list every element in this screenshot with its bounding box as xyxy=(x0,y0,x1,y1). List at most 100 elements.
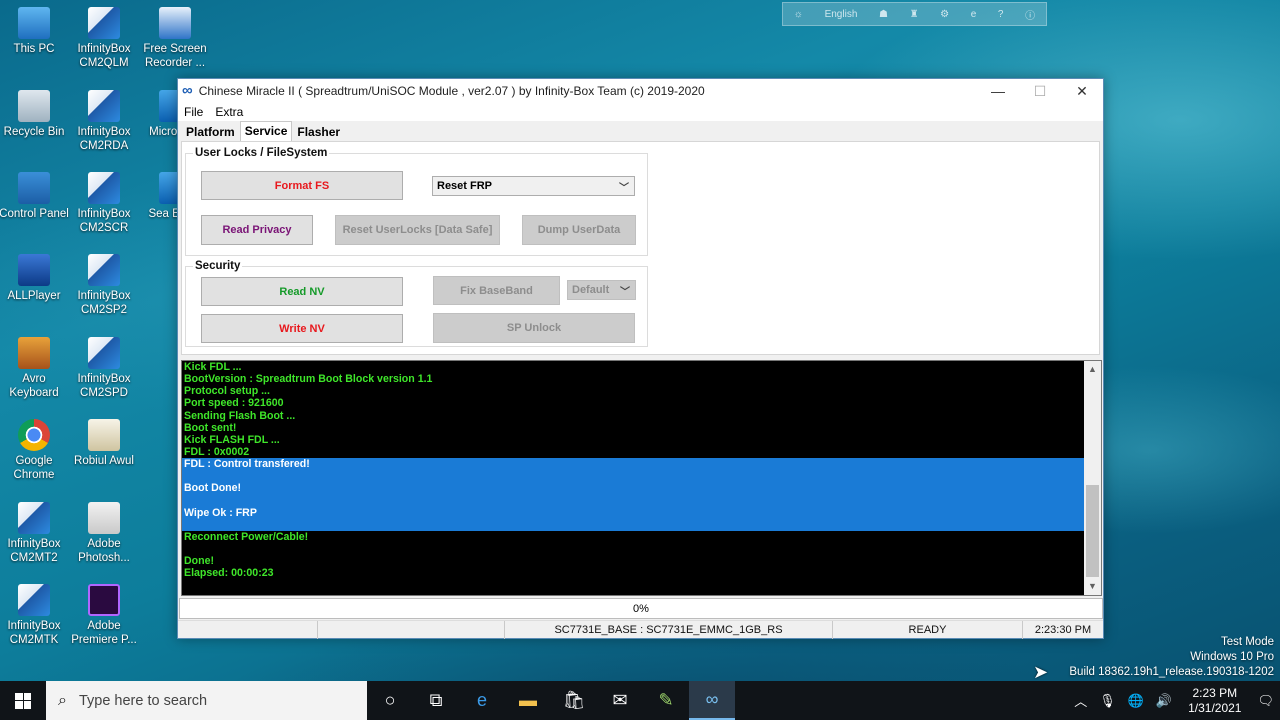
tab-flasher[interactable]: Flasher xyxy=(292,122,345,141)
service-panel: User Locks / FileSystem Format FS Reset … xyxy=(181,141,1100,355)
log-line: FDL : Control transfered! xyxy=(182,458,1086,471)
desktop-icon-label: Recycle Bin xyxy=(3,126,65,138)
dump-userdata-button[interactable]: Dump UserData xyxy=(522,215,636,245)
log-line xyxy=(182,518,1086,531)
maximize-button[interactable]: ☐ xyxy=(1019,79,1061,103)
tray-chevron-up-icon[interactable]: ︿ xyxy=(1074,691,1087,710)
notification-icon[interactable]: 🗨 xyxy=(1257,693,1274,709)
log-line xyxy=(182,470,1086,483)
infinity-app-icon[interactable]: ∞ xyxy=(689,681,735,720)
log-line: Done! xyxy=(184,555,215,568)
read-privacy-button[interactable]: Read Privacy xyxy=(201,215,313,245)
store-icon[interactable]: 🛍 xyxy=(551,681,597,720)
desktop-icon[interactable]: Free Screen Recorder ... xyxy=(139,7,211,70)
browser-icon[interactable]: e xyxy=(971,9,977,20)
sp-unlock-button[interactable]: SP Unlock xyxy=(433,313,635,343)
scroll-thumb[interactable] xyxy=(1086,485,1099,577)
taskbar-search[interactable]: ⌕ Type here to search xyxy=(46,681,367,720)
hat-icon[interactable]: ☗ xyxy=(879,9,888,20)
tab-service[interactable]: Service xyxy=(239,121,293,142)
baseband-select[interactable]: Default ﹀ xyxy=(567,280,636,300)
volume-icon[interactable]: 🔊 xyxy=(1156,693,1172,709)
tab-strip: Platform Service Flasher xyxy=(178,121,1103,142)
security-group: Security Read NV Fix BaseBand Default ﹀ … xyxy=(185,260,648,347)
pr-icon xyxy=(88,584,120,616)
format-fs-button[interactable]: Format FS xyxy=(201,171,403,200)
lamp-icon[interactable]: ☼ xyxy=(794,9,803,20)
desktop-icon-label: InfinityBox CM2MT2 xyxy=(7,538,61,564)
log-line: Reconnect Power/Cable! xyxy=(184,530,309,543)
log-line: Port speed : 921600 xyxy=(184,397,284,410)
read-nv-button[interactable]: Read NV xyxy=(201,277,403,306)
desktop-icon[interactable]: Robiul Awul xyxy=(68,419,140,468)
pc-icon xyxy=(18,7,50,39)
avro-icon xyxy=(18,337,50,369)
scroll-up-icon[interactable]: ▲ xyxy=(1084,361,1101,378)
info-icon[interactable]: ⓘ xyxy=(1025,7,1035,22)
reset-type-select[interactable]: Reset FRP ﹀ xyxy=(432,176,635,196)
desktop-icon[interactable]: This PC xyxy=(0,7,70,56)
desktop-icon[interactable]: Control Panel xyxy=(0,172,70,221)
desktop-icon-label: InfinityBox CM2SP2 xyxy=(77,290,131,316)
log-scrollbar[interactable]: ▲ ▼ xyxy=(1084,361,1101,595)
watermark-line-2: Windows 10 Pro xyxy=(1190,651,1274,663)
windows-logo-icon xyxy=(15,692,31,709)
task-view-icon[interactable]: ⧉ xyxy=(413,681,459,720)
desktop-icon[interactable]: Adobe Photosh... xyxy=(68,502,140,565)
desktop-icon[interactable]: InfinityBox CM2RDA xyxy=(68,90,140,153)
top-language-toolbar[interactable]: ☼ English ☗ ♜ ⚙ e ? ⓘ xyxy=(782,2,1047,26)
notepad-icon[interactable]: ✎ xyxy=(643,681,689,720)
reset-userlocks-button[interactable]: Reset UserLocks [Data Safe] xyxy=(335,215,500,245)
log-line: Sending Flash Boot ... xyxy=(184,409,296,422)
baseband-value: Default xyxy=(572,284,610,296)
desktop-icon[interactable]: InfinityBox CM2MT2 xyxy=(0,502,70,565)
gear-icon[interactable]: ⚙ xyxy=(940,9,949,20)
status-device: SC7731E_BASE : SC7731E_EMMC_1GB_RS xyxy=(505,621,833,639)
menu-extra[interactable]: Extra xyxy=(215,105,243,119)
file-explorer-icon[interactable]: ▬ xyxy=(505,681,551,720)
minimize-button[interactable]: — xyxy=(977,79,1019,103)
tab-platform[interactable]: Platform xyxy=(181,122,240,141)
mouse-cursor-icon: ➤ xyxy=(1033,662,1049,682)
ps-icon xyxy=(88,502,120,534)
desktop-icon[interactable]: Recycle Bin xyxy=(0,90,70,139)
language-label[interactable]: English xyxy=(825,9,858,20)
write-nv-button[interactable]: Write NV xyxy=(201,314,403,343)
help-icon[interactable]: ? xyxy=(998,9,1004,20)
log-line: Protocol setup ... xyxy=(184,385,270,398)
microphone-icon[interactable]: 🎙 xyxy=(1099,693,1116,709)
close-button[interactable]: ✕ xyxy=(1061,79,1103,103)
scroll-down-icon[interactable]: ▼ xyxy=(1084,578,1101,595)
network-icon[interactable]: 🌐 xyxy=(1128,693,1144,709)
mail-icon[interactable]: ✉ xyxy=(597,681,643,720)
ib-icon xyxy=(88,90,120,122)
status-cell-2 xyxy=(318,621,505,639)
figure-icon[interactable]: ♜ xyxy=(910,9,919,20)
infinity-logo-icon: ∞ xyxy=(182,82,193,99)
edge-icon[interactable]: e xyxy=(459,681,505,720)
cortana-icon[interactable]: ○ xyxy=(367,681,413,720)
log-line: BootVersion : Spreadtrum Boot Block vers… xyxy=(184,373,433,386)
desktop-icon[interactable]: ALLPlayer xyxy=(0,254,70,303)
ib-icon xyxy=(18,584,50,616)
desktop-icon-label: Adobe Premiere P... xyxy=(71,620,137,646)
desktop-icon[interactable]: Google Chrome xyxy=(0,419,70,482)
desktop-icon[interactable]: InfinityBox CM2QLM xyxy=(68,7,140,70)
clock[interactable]: 2:23 PM 1/31/2021 xyxy=(1188,686,1241,716)
ib-icon xyxy=(88,254,120,286)
desktop-icon[interactable]: InfinityBox CM2SCR xyxy=(68,172,140,235)
log-output[interactable]: Kick FDL ... BootVersion : Spreadtrum Boo… xyxy=(181,360,1102,596)
desktop-icon[interactable]: InfinityBox CM2SPD xyxy=(68,337,140,400)
desktop-icon-label: InfinityBox CM2SCR xyxy=(77,208,131,234)
desktop-icon[interactable]: Avro Keyboard xyxy=(0,337,70,400)
desktop-icon[interactable]: InfinityBox CM2MTK xyxy=(0,584,70,647)
desktop-icon-label: InfinityBox CM2QLM xyxy=(77,43,131,69)
desktop-icon[interactable]: InfinityBox CM2SP2 xyxy=(68,254,140,317)
menu-file[interactable]: File xyxy=(184,105,203,119)
chrome-icon xyxy=(18,419,50,451)
fix-baseband-button[interactable]: Fix BaseBand xyxy=(433,276,560,305)
log-line: Kick FDL ... xyxy=(184,361,242,373)
title-bar[interactable]: ∞ Chinese Miracle II ( Spreadtrum/UniSOC… xyxy=(178,79,1103,103)
desktop-icon[interactable]: Adobe Premiere P... xyxy=(68,584,140,647)
start-button[interactable] xyxy=(0,681,46,720)
